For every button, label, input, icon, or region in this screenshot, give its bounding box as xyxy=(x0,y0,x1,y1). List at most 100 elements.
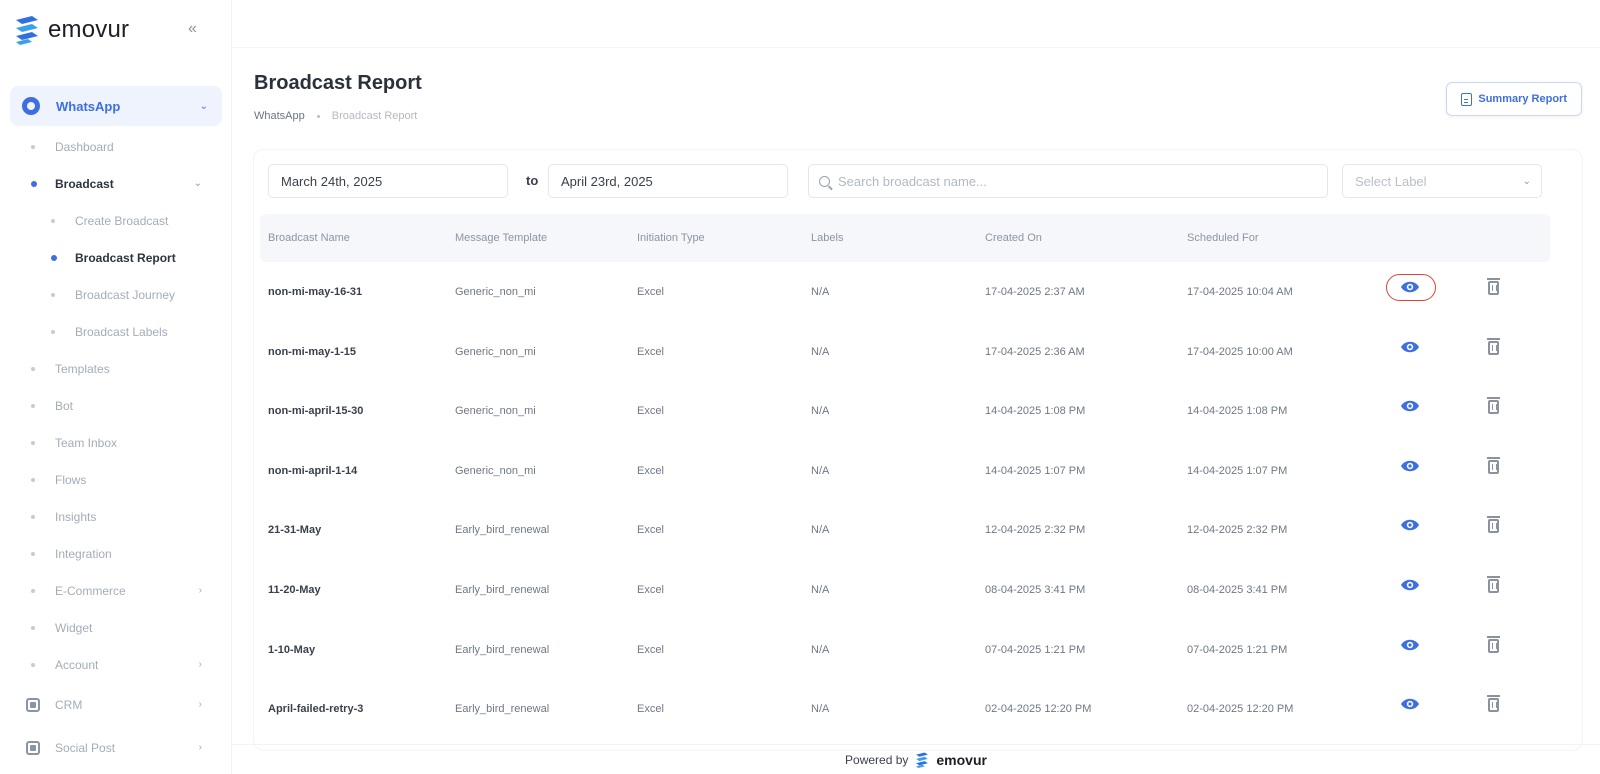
column-header-message-template[interactable]: Message Template xyxy=(455,232,547,244)
brand-logo[interactable]: emovur xyxy=(12,12,129,48)
chevron-down-icon: ⌄ xyxy=(199,100,208,112)
sidebar-item-insights[interactable]: Insights xyxy=(0,498,232,535)
sidebar-item-e-commerce[interactable]: E-Commerce › xyxy=(0,572,232,609)
cell-message-template: Early_bird_renewal xyxy=(455,703,550,716)
breadcrumb-item-whatsapp[interactable]: WhatsApp xyxy=(254,110,305,122)
view-eye-icon[interactable] xyxy=(1400,697,1420,711)
view-eye-icon[interactable] xyxy=(1400,459,1420,473)
cell-labels: N/A xyxy=(811,524,830,537)
date-from-input[interactable]: March 24th, 2025 xyxy=(268,164,508,198)
cell-broadcast-name: non-mi-may-1-15 xyxy=(268,345,357,358)
sidebar-item-broadcast-labels[interactable]: Broadcast Labels xyxy=(0,313,232,350)
sidebar-item-social-post[interactable]: Social Post › xyxy=(0,726,232,769)
bullet-icon xyxy=(31,625,35,630)
delete-trash-icon[interactable] xyxy=(1487,278,1500,295)
cell-broadcast-name: non-mi-may-16-31 xyxy=(268,286,363,298)
cell-scheduled-for: 14-04-2025 1:08 PM xyxy=(1187,405,1288,418)
footer-brand-name: emovur xyxy=(936,751,987,768)
sidebar-item-label: E-Commerce xyxy=(55,583,126,598)
column-header-labels[interactable]: Labels xyxy=(811,232,843,244)
sidebar-item-create-broadcast[interactable]: Create Broadcast xyxy=(0,202,232,239)
search-input[interactable] xyxy=(838,173,1308,189)
date-range-separator: to xyxy=(526,173,539,188)
column-header-initiation-type[interactable]: Initiation Type xyxy=(637,232,705,244)
bullet-icon xyxy=(31,551,35,556)
cell-initiation-type: Excel xyxy=(637,345,664,358)
chevron-down-icon: ⌄ xyxy=(1522,175,1531,187)
sidebar-item-label: Account xyxy=(55,657,99,672)
emovur-logo-icon xyxy=(16,16,38,45)
search-box[interactable] xyxy=(808,164,1328,198)
sidebar-item-integration[interactable]: Integration xyxy=(0,535,232,572)
sidebar-item-templates[interactable]: Templates xyxy=(0,350,232,387)
bullet-icon xyxy=(31,662,35,667)
view-eye-icon[interactable] xyxy=(1400,638,1420,652)
delete-trash-icon[interactable] xyxy=(1487,516,1500,534)
cell-message-template: Generic_non_mi xyxy=(455,405,536,418)
label-select-value: Select Label xyxy=(1355,173,1427,189)
sidebar-item-bot[interactable]: Bot xyxy=(0,387,232,424)
sidebar-item-label: Insights xyxy=(55,509,97,524)
table-row: 11-20-May Early_bird_renewal Excel N/A 08-04… xyxy=(260,560,1550,620)
sidebar-item-whatsapp[interactable]: WhatsApp ⌄ xyxy=(10,86,222,126)
chevron-right-icon: › xyxy=(198,699,202,710)
sidebar-item-dashboard[interactable]: Dashboard xyxy=(0,128,232,165)
sidebar-item-label: Broadcast Report xyxy=(75,250,176,265)
column-header-broadcast-name[interactable]: Broadcast Name xyxy=(268,232,350,244)
bullet-icon xyxy=(31,403,35,408)
sidebar-item-crm[interactable]: CRM › xyxy=(0,683,232,726)
bullet-icon xyxy=(51,329,55,334)
cell-scheduled-for: 12-04-2025 2:32 PM xyxy=(1187,524,1288,537)
view-eye-icon[interactable] xyxy=(1400,578,1420,592)
sidebar-item-team-inbox[interactable]: Team Inbox xyxy=(0,424,232,461)
cell-scheduled-for: 07-04-2025 1:21 PM xyxy=(1187,643,1288,656)
column-header-created-on[interactable]: Created On xyxy=(985,232,1042,244)
label-select[interactable]: Select Label ⌄ xyxy=(1342,164,1542,198)
breadcrumb: WhatsApp Broadcast Report xyxy=(254,110,417,122)
sidebar-item-flows[interactable]: Flows xyxy=(0,461,232,498)
cell-message-template: Early_bird_renewal xyxy=(455,643,550,656)
cell-created-on: 12-04-2025 2:32 PM xyxy=(985,524,1086,537)
delete-trash-icon[interactable] xyxy=(1487,576,1500,593)
cell-scheduled-for: 17-04-2025 10:00 AM xyxy=(1187,345,1293,358)
sidebar-item-broadcast-journey[interactable]: Broadcast Journey xyxy=(0,276,232,313)
document-icon xyxy=(1461,92,1473,106)
table-row: non-mi-april-15-30 Generic_non_mi Excel N/A… xyxy=(260,381,1550,441)
table-header: Broadcast Name Message Template Initiati… xyxy=(260,214,1550,262)
delete-trash-icon[interactable] xyxy=(1487,695,1500,713)
date-to-input[interactable]: April 23rd, 2025 xyxy=(548,164,788,198)
delete-trash-icon[interactable] xyxy=(1487,337,1500,355)
table-row: non-mi-may-16-31 Generic_non_mi Excel N/A 17… xyxy=(260,262,1550,322)
collapse-sidebar-icon[interactable]: « xyxy=(188,20,197,38)
delete-trash-icon[interactable] xyxy=(1487,635,1500,653)
cell-broadcast-name: non-mi-april-1-14 xyxy=(268,464,358,477)
cell-initiation-type: Excel xyxy=(637,464,664,477)
column-header-scheduled-for[interactable]: Scheduled For xyxy=(1187,232,1259,244)
bullet-icon xyxy=(31,588,35,593)
view-eye-icon[interactable] xyxy=(1400,518,1420,532)
view-eye-icon[interactable] xyxy=(1400,280,1420,294)
cell-initiation-type: Excel xyxy=(637,643,664,656)
sidebar-item-broadcast-report[interactable]: Broadcast Report xyxy=(0,239,232,276)
sidebar-item-label: Broadcast Labels xyxy=(75,324,168,339)
view-eye-icon[interactable] xyxy=(1400,399,1420,413)
sidebar-item-account[interactable]: Account › xyxy=(0,646,232,683)
summary-report-button[interactable]: Summary Report xyxy=(1446,82,1582,116)
bullet-icon xyxy=(51,292,55,297)
cell-broadcast-name: 21-31-May xyxy=(268,524,322,537)
cell-message-template: Generic_non_mi xyxy=(455,286,536,298)
sidebar-item-label: Team Inbox xyxy=(55,435,118,450)
powered-by-text: Powered by xyxy=(845,752,909,767)
sidebar-item-widget[interactable]: Widget xyxy=(0,609,232,646)
report-card: March 24th, 2025 to April 23rd, 2025 Sel… xyxy=(254,150,1582,750)
delete-trash-icon[interactable] xyxy=(1487,397,1500,415)
sidebar: emovur « WhatsApp ⌄ Dashboard Broadcast … xyxy=(0,0,232,774)
cell-message-template: Generic_non_mi xyxy=(455,464,536,477)
delete-trash-icon[interactable] xyxy=(1487,456,1500,474)
app-root: emovur « WhatsApp ⌄ Dashboard Broadcast … xyxy=(0,0,1600,774)
view-eye-icon[interactable] xyxy=(1400,340,1420,354)
chevron-down-icon: ⌄ xyxy=(193,178,202,189)
bullet-icon xyxy=(31,144,35,149)
sidebar-item-broadcast[interactable]: Broadcast ⌄ xyxy=(0,165,232,202)
breadcrumb-separator xyxy=(316,114,320,118)
